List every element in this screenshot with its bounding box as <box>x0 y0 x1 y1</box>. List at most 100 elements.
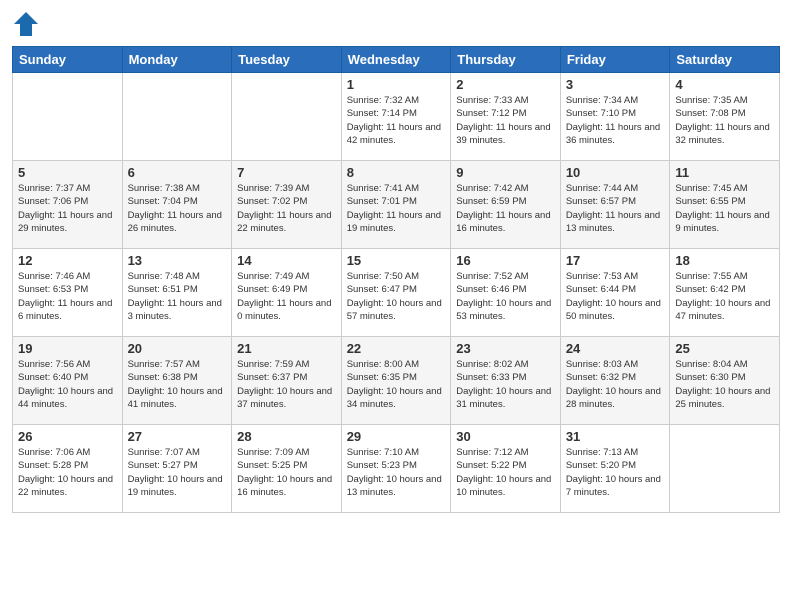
calendar-cell: 7 Sunrise: 7:39 AMSunset: 7:02 PMDayligh… <box>232 161 342 249</box>
day-number: 2 <box>456 77 555 92</box>
day-info: Sunrise: 7:39 AMSunset: 7:02 PMDaylight:… <box>237 182 336 235</box>
calendar-cell <box>232 73 342 161</box>
day-number: 24 <box>566 341 665 356</box>
day-number: 5 <box>18 165 117 180</box>
day-number: 18 <box>675 253 774 268</box>
day-number: 27 <box>128 429 227 444</box>
calendar-cell: 5 Sunrise: 7:37 AMSunset: 7:06 PMDayligh… <box>13 161 123 249</box>
calendar-cell: 3 Sunrise: 7:34 AMSunset: 7:10 PMDayligh… <box>560 73 670 161</box>
day-number: 25 <box>675 341 774 356</box>
calendar-cell: 11 Sunrise: 7:45 AMSunset: 6:55 PMDaylig… <box>670 161 780 249</box>
day-number: 12 <box>18 253 117 268</box>
col-tuesday: Tuesday <box>232 47 342 73</box>
calendar-cell <box>670 425 780 513</box>
calendar-cell: 17 Sunrise: 7:53 AMSunset: 6:44 PMDaylig… <box>560 249 670 337</box>
day-number: 28 <box>237 429 336 444</box>
calendar-cell: 6 Sunrise: 7:38 AMSunset: 7:04 PMDayligh… <box>122 161 232 249</box>
col-wednesday: Wednesday <box>341 47 451 73</box>
calendar-cell: 13 Sunrise: 7:48 AMSunset: 6:51 PMDaylig… <box>122 249 232 337</box>
calendar-week-row: 26 Sunrise: 7:06 AMSunset: 5:28 PMDaylig… <box>13 425 780 513</box>
calendar-cell: 25 Sunrise: 8:04 AMSunset: 6:30 PMDaylig… <box>670 337 780 425</box>
day-number: 4 <box>675 77 774 92</box>
day-number: 7 <box>237 165 336 180</box>
day-info: Sunrise: 7:09 AMSunset: 5:25 PMDaylight:… <box>237 446 336 499</box>
day-number: 22 <box>347 341 446 356</box>
day-info: Sunrise: 7:45 AMSunset: 6:55 PMDaylight:… <box>675 182 774 235</box>
calendar-week-row: 19 Sunrise: 7:56 AMSunset: 6:40 PMDaylig… <box>13 337 780 425</box>
day-number: 23 <box>456 341 555 356</box>
day-number: 20 <box>128 341 227 356</box>
day-number: 19 <box>18 341 117 356</box>
day-number: 26 <box>18 429 117 444</box>
day-number: 31 <box>566 429 665 444</box>
day-number: 16 <box>456 253 555 268</box>
col-sunday: Sunday <box>13 47 123 73</box>
calendar-cell: 2 Sunrise: 7:33 AMSunset: 7:12 PMDayligh… <box>451 73 561 161</box>
calendar-header-row: Sunday Monday Tuesday Wednesday Thursday… <box>13 47 780 73</box>
calendar-week-row: 5 Sunrise: 7:37 AMSunset: 7:06 PMDayligh… <box>13 161 780 249</box>
day-info: Sunrise: 7:37 AMSunset: 7:06 PMDaylight:… <box>18 182 117 235</box>
day-info: Sunrise: 7:07 AMSunset: 5:27 PMDaylight:… <box>128 446 227 499</box>
calendar-cell: 14 Sunrise: 7:49 AMSunset: 6:49 PMDaylig… <box>232 249 342 337</box>
day-number: 1 <box>347 77 446 92</box>
calendar-cell: 20 Sunrise: 7:57 AMSunset: 6:38 PMDaylig… <box>122 337 232 425</box>
calendar-cell: 27 Sunrise: 7:07 AMSunset: 5:27 PMDaylig… <box>122 425 232 513</box>
col-monday: Monday <box>122 47 232 73</box>
calendar-cell: 16 Sunrise: 7:52 AMSunset: 6:46 PMDaylig… <box>451 249 561 337</box>
col-saturday: Saturday <box>670 47 780 73</box>
day-info: Sunrise: 7:42 AMSunset: 6:59 PMDaylight:… <box>456 182 555 235</box>
header <box>12 10 780 38</box>
day-info: Sunrise: 7:32 AMSunset: 7:14 PMDaylight:… <box>347 94 446 147</box>
calendar-cell: 8 Sunrise: 7:41 AMSunset: 7:01 PMDayligh… <box>341 161 451 249</box>
calendar-cell: 29 Sunrise: 7:10 AMSunset: 5:23 PMDaylig… <box>341 425 451 513</box>
calendar-cell: 9 Sunrise: 7:42 AMSunset: 6:59 PMDayligh… <box>451 161 561 249</box>
day-info: Sunrise: 8:03 AMSunset: 6:32 PMDaylight:… <box>566 358 665 411</box>
calendar-cell: 28 Sunrise: 7:09 AMSunset: 5:25 PMDaylig… <box>232 425 342 513</box>
day-number: 3 <box>566 77 665 92</box>
day-number: 17 <box>566 253 665 268</box>
calendar-cell <box>13 73 123 161</box>
day-info: Sunrise: 7:34 AMSunset: 7:10 PMDaylight:… <box>566 94 665 147</box>
day-info: Sunrise: 7:56 AMSunset: 6:40 PMDaylight:… <box>18 358 117 411</box>
day-info: Sunrise: 7:44 AMSunset: 6:57 PMDaylight:… <box>566 182 665 235</box>
page: Sunday Monday Tuesday Wednesday Thursday… <box>0 0 792 612</box>
day-info: Sunrise: 7:06 AMSunset: 5:28 PMDaylight:… <box>18 446 117 499</box>
day-info: Sunrise: 8:02 AMSunset: 6:33 PMDaylight:… <box>456 358 555 411</box>
day-info: Sunrise: 7:57 AMSunset: 6:38 PMDaylight:… <box>128 358 227 411</box>
day-number: 11 <box>675 165 774 180</box>
day-info: Sunrise: 7:46 AMSunset: 6:53 PMDaylight:… <box>18 270 117 323</box>
calendar-cell <box>122 73 232 161</box>
day-info: Sunrise: 7:41 AMSunset: 7:01 PMDaylight:… <box>347 182 446 235</box>
logo-icon <box>12 10 40 38</box>
day-number: 30 <box>456 429 555 444</box>
calendar-cell: 22 Sunrise: 8:00 AMSunset: 6:35 PMDaylig… <box>341 337 451 425</box>
day-info: Sunrise: 8:04 AMSunset: 6:30 PMDaylight:… <box>675 358 774 411</box>
day-info: Sunrise: 8:00 AMSunset: 6:35 PMDaylight:… <box>347 358 446 411</box>
day-info: Sunrise: 7:55 AMSunset: 6:42 PMDaylight:… <box>675 270 774 323</box>
day-number: 13 <box>128 253 227 268</box>
calendar: Sunday Monday Tuesday Wednesday Thursday… <box>12 46 780 513</box>
calendar-cell: 24 Sunrise: 8:03 AMSunset: 6:32 PMDaylig… <box>560 337 670 425</box>
calendar-cell: 23 Sunrise: 8:02 AMSunset: 6:33 PMDaylig… <box>451 337 561 425</box>
calendar-week-row: 12 Sunrise: 7:46 AMSunset: 6:53 PMDaylig… <box>13 249 780 337</box>
day-info: Sunrise: 7:38 AMSunset: 7:04 PMDaylight:… <box>128 182 227 235</box>
calendar-cell: 26 Sunrise: 7:06 AMSunset: 5:28 PMDaylig… <box>13 425 123 513</box>
day-info: Sunrise: 7:49 AMSunset: 6:49 PMDaylight:… <box>237 270 336 323</box>
day-info: Sunrise: 7:35 AMSunset: 7:08 PMDaylight:… <box>675 94 774 147</box>
day-number: 29 <box>347 429 446 444</box>
calendar-cell: 31 Sunrise: 7:13 AMSunset: 5:20 PMDaylig… <box>560 425 670 513</box>
day-number: 9 <box>456 165 555 180</box>
day-info: Sunrise: 7:59 AMSunset: 6:37 PMDaylight:… <box>237 358 336 411</box>
calendar-cell: 1 Sunrise: 7:32 AMSunset: 7:14 PMDayligh… <box>341 73 451 161</box>
col-thursday: Thursday <box>451 47 561 73</box>
calendar-cell: 30 Sunrise: 7:12 AMSunset: 5:22 PMDaylig… <box>451 425 561 513</box>
calendar-cell: 10 Sunrise: 7:44 AMSunset: 6:57 PMDaylig… <box>560 161 670 249</box>
day-number: 10 <box>566 165 665 180</box>
logo <box>12 10 44 38</box>
col-friday: Friday <box>560 47 670 73</box>
day-number: 6 <box>128 165 227 180</box>
calendar-cell: 19 Sunrise: 7:56 AMSunset: 6:40 PMDaylig… <box>13 337 123 425</box>
day-number: 21 <box>237 341 336 356</box>
day-info: Sunrise: 7:48 AMSunset: 6:51 PMDaylight:… <box>128 270 227 323</box>
day-info: Sunrise: 7:52 AMSunset: 6:46 PMDaylight:… <box>456 270 555 323</box>
